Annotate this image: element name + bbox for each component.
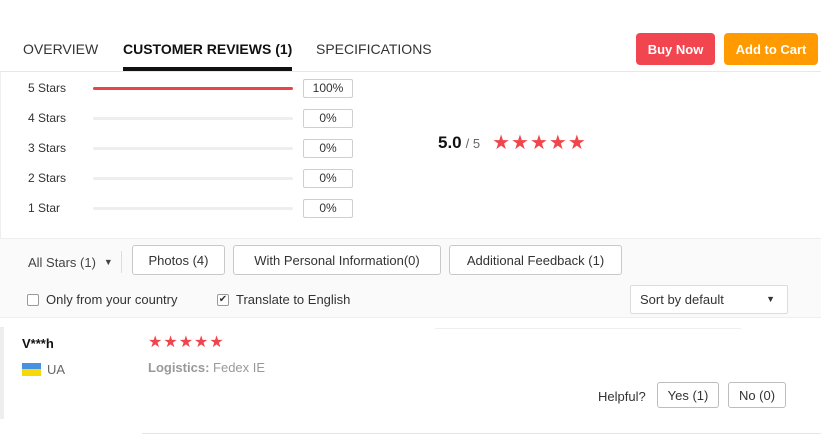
- star-icon: ★: [194, 334, 209, 351]
- rating-row-label: 2 Stars: [28, 171, 67, 185]
- chevron-down-icon: ▼: [766, 294, 775, 304]
- star-filter-label: All Stars (1): [28, 254, 96, 270]
- review-logistics: Logistics: Fedex IE: [148, 360, 265, 375]
- review-filter-bar: All Stars (1) ▼ Photos (4) With Personal…: [0, 238, 821, 318]
- rating-row-label: 5 Stars: [28, 81, 67, 95]
- star-icon: ★: [163, 334, 178, 351]
- reviewer-name: V***h: [22, 336, 54, 351]
- star-icon: ★: [529, 132, 548, 154]
- tab-bar: OVERVIEW CUSTOMER REVIEWS (1) SPECIFICAT…: [0, 0, 821, 72]
- divider: [142, 433, 821, 434]
- rating-percent: 0%: [303, 169, 353, 188]
- star-icon: ★: [511, 132, 529, 154]
- reviewer-country: UA: [47, 362, 66, 377]
- helpful-no-button[interactable]: No (0): [728, 382, 786, 408]
- divider: [121, 251, 122, 273]
- checkbox-box[interactable]: [27, 293, 39, 306]
- logistics-label: Logistics:: [148, 360, 210, 375]
- star-icon: ★: [548, 132, 567, 154]
- only-country-label: Only from your country: [46, 292, 178, 307]
- star-icon: ★: [209, 334, 224, 351]
- divider: [0, 327, 4, 419]
- average-rating-scale: / 5: [465, 135, 481, 151]
- logistics-value: Fedex IE: [213, 360, 266, 375]
- rating-row-4: 4 Stars 0%: [28, 109, 358, 129]
- average-rating-value: 5.0: [438, 133, 462, 152]
- only-country-checkbox[interactable]: Only from your country: [27, 292, 178, 307]
- average-rating: 5.0 / 5 ★ ★ ★ ★ ★: [438, 132, 587, 154]
- additional-feedback-filter-button[interactable]: Additional Feedback (1): [449, 245, 622, 275]
- rating-bar-track: [93, 147, 293, 150]
- translate-label: Translate to English: [236, 292, 351, 307]
- rating-bar-track: [93, 117, 293, 120]
- tab-overview[interactable]: OVERVIEW: [23, 41, 98, 71]
- rating-bar-track: [93, 87, 293, 90]
- rating-percent: 100%: [303, 79, 353, 98]
- rating-row-label: 4 Stars: [28, 111, 67, 125]
- helpful-label: Helpful?: [598, 389, 646, 404]
- star-filter-dropdown[interactable]: All Stars (1) ▼: [28, 253, 113, 271]
- rating-percent: 0%: [303, 199, 353, 218]
- average-stars: ★ ★ ★ ★ ★: [492, 133, 587, 153]
- tab-specifications[interactable]: SPECIFICATIONS: [316, 41, 432, 71]
- review-stars: ★ ★ ★ ★ ★: [148, 335, 225, 351]
- check-icon[interactable]: ✔: [217, 293, 229, 306]
- divider: [435, 328, 741, 329]
- star-icon: ★: [492, 132, 511, 154]
- sort-label: Sort by default: [640, 292, 724, 307]
- add-to-cart-button[interactable]: Add to Cart: [724, 33, 818, 65]
- rating-row-1: 1 Star 0%: [28, 199, 358, 219]
- rating-bar-fill: [93, 87, 293, 90]
- rating-histogram: 5 Stars 100% 4 Stars 0% 3 Stars 0% 2 Sta…: [0, 72, 821, 238]
- chevron-down-icon: ▼: [103, 257, 113, 267]
- rating-percent: 0%: [303, 109, 353, 128]
- sort-dropdown[interactable]: Sort by default ▼: [630, 285, 788, 314]
- buy-now-button[interactable]: Buy Now: [636, 33, 715, 65]
- rating-row-2: 2 Stars 0%: [28, 169, 358, 189]
- rating-bar-track: [93, 207, 293, 210]
- tab-customer-reviews[interactable]: CUSTOMER REVIEWS (1): [123, 41, 293, 71]
- rating-row-5: 5 Stars 100%: [28, 79, 358, 99]
- rating-row-label: 3 Stars: [28, 141, 67, 155]
- star-icon: ★: [567, 132, 586, 154]
- translate-checkbox[interactable]: ✔ Translate to English: [217, 292, 350, 307]
- rating-percent: 0%: [303, 139, 353, 158]
- star-icon: ★: [148, 334, 163, 351]
- star-icon: ★: [178, 334, 194, 351]
- photos-filter-button[interactable]: Photos (4): [132, 245, 225, 275]
- rating-row-label: 1 Star: [28, 201, 61, 215]
- rating-bar-track: [93, 177, 293, 180]
- personal-info-filter-button[interactable]: With Personal Information(0): [233, 245, 441, 275]
- helpful-yes-button[interactable]: Yes (1): [657, 382, 719, 408]
- ukraine-flag-icon: [22, 363, 41, 376]
- rating-row-3: 3 Stars 0%: [28, 139, 358, 159]
- review-item: V***h UA ★ ★ ★ ★ ★ Logistics: Fedex IE H…: [0, 319, 821, 441]
